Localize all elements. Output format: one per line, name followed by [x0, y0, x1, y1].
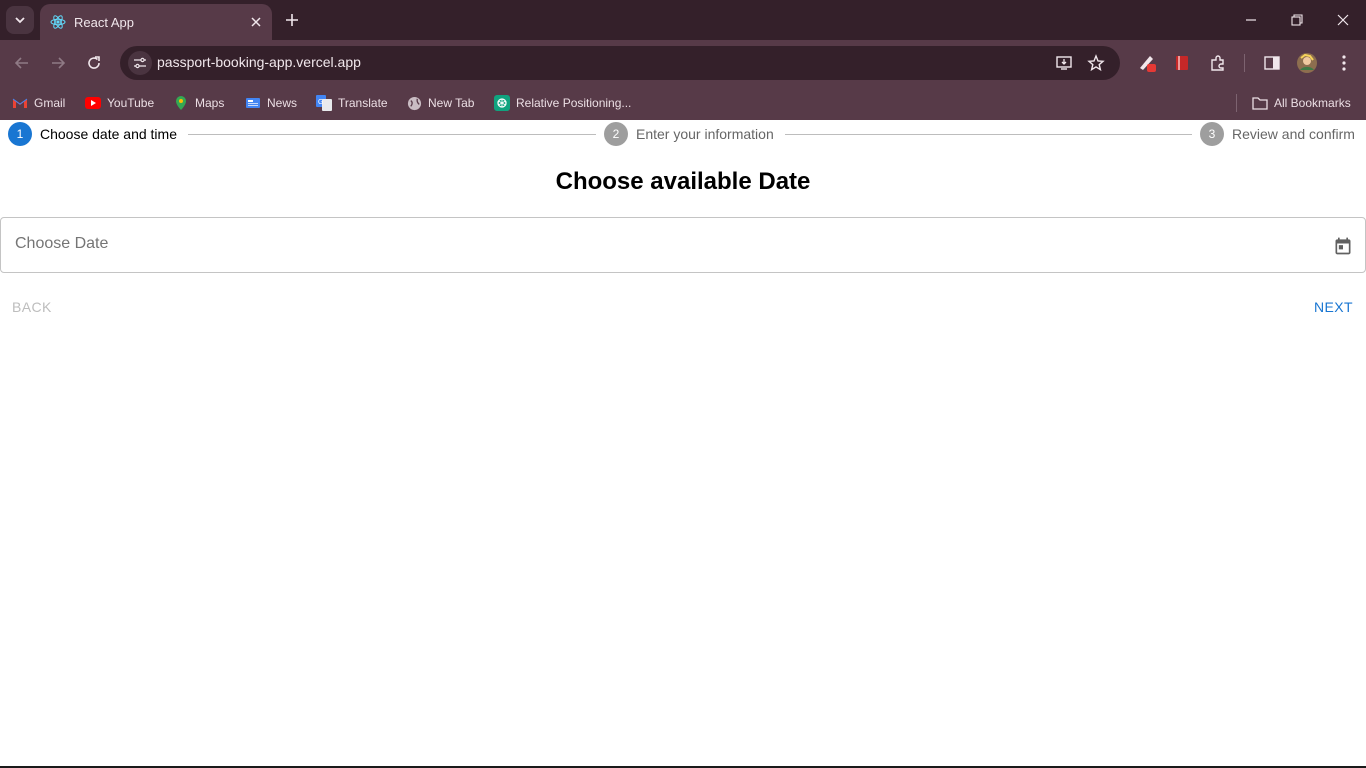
close-icon — [1337, 14, 1349, 26]
plus-icon — [286, 14, 298, 26]
book-extension-icon[interactable] — [1171, 52, 1193, 74]
svg-text:G: G — [318, 99, 323, 106]
reload-button[interactable] — [82, 51, 106, 75]
close-tab-icon[interactable] — [246, 12, 266, 32]
minimize-icon — [1246, 19, 1256, 21]
minimize-button[interactable] — [1241, 10, 1261, 30]
calendar-icon[interactable] — [1331, 234, 1355, 258]
step-label: Choose date and time — [40, 126, 177, 142]
chatgpt-icon — [494, 95, 510, 111]
bookmarks-divider — [1236, 94, 1237, 112]
bookmark-label: Gmail — [34, 96, 66, 110]
step-label: Review and confirm — [1232, 126, 1355, 142]
back-button[interactable]: Back — [12, 299, 52, 315]
tab-title: React App — [74, 14, 134, 30]
step-label: Enter your information — [636, 126, 774, 142]
bookmark-news[interactable]: News — [245, 92, 297, 114]
maps-icon — [173, 95, 189, 111]
bookmark-label: News — [267, 96, 298, 110]
page-title: Choose available Date — [555, 168, 811, 195]
bookmark-label: Maps — [195, 96, 225, 110]
address-bar[interactable]: passport-booking-app.vercel.app — [120, 46, 1120, 80]
step-number-badge: 1 — [8, 122, 32, 146]
folder-icon — [1252, 95, 1268, 111]
bookmark-star-icon[interactable] — [1086, 53, 1106, 73]
reload-icon — [88, 56, 100, 69]
forward-nav-button[interactable] — [46, 51, 70, 75]
translate-icon: G — [316, 95, 332, 111]
bookmark-translate[interactable]: G Translate — [316, 92, 388, 114]
close-window-button[interactable] — [1333, 10, 1353, 30]
react-icon — [50, 14, 66, 30]
bookmark-label: YouTube — [107, 96, 155, 110]
bookmarks-bar: Gmail YouTube Maps News G Translate New … — [0, 86, 1366, 120]
browser-tab[interactable]: React App — [40, 4, 272, 40]
date-picker-field[interactable]: Choose Date — [0, 217, 1366, 273]
toolbar-divider — [1244, 54, 1245, 72]
step-number-badge: 2 — [604, 122, 628, 146]
all-bookmarks-label: All Bookmarks — [1274, 96, 1351, 110]
restore-icon — [1291, 14, 1303, 26]
bookmark-label: Translate — [338, 96, 388, 110]
browser-tab-bar: React App — [0, 0, 1366, 40]
back-nav-button[interactable] — [10, 51, 34, 75]
bookmark-relative-positioning[interactable]: Relative Positioning... — [494, 92, 631, 114]
youtube-icon — [85, 95, 101, 111]
step-enter-information: 2 Enter your information — [604, 122, 774, 146]
menu-kebab-icon[interactable] — [1333, 52, 1355, 74]
next-button[interactable]: Next — [1314, 299, 1353, 315]
bookmark-youtube[interactable]: YouTube — [85, 92, 154, 114]
restore-button[interactable] — [1287, 10, 1307, 30]
browser-toolbar: passport-booking-app.vercel.app — [0, 40, 1366, 86]
gmail-icon — [12, 95, 28, 111]
extensions-puzzle-icon[interactable] — [1207, 52, 1229, 74]
step-choose-date: 1 Choose date and time — [8, 122, 177, 146]
bookmark-new-tab[interactable]: New Tab — [406, 92, 474, 114]
address-url[interactable]: passport-booking-app.vercel.app — [157, 54, 361, 70]
pen-extension-icon[interactable] — [1136, 52, 1158, 74]
step-review-confirm: 3 Review and confirm — [1200, 122, 1355, 146]
install-app-icon[interactable] — [1054, 53, 1074, 73]
chevron-down-icon — [15, 17, 25, 24]
globe-icon — [406, 95, 422, 111]
bookmark-gmail[interactable]: Gmail — [12, 92, 65, 114]
bookmark-maps[interactable]: Maps — [173, 92, 224, 114]
step-connector — [188, 134, 596, 135]
site-info-icon[interactable] — [128, 51, 152, 75]
news-icon — [245, 95, 261, 111]
step-connector — [785, 134, 1192, 135]
arrow-right-icon — [52, 57, 66, 69]
side-panel-icon[interactable] — [1261, 52, 1283, 74]
bookmark-label: Relative Positioning... — [516, 96, 632, 110]
new-tab-button[interactable] — [282, 10, 302, 30]
profile-avatar[interactable] — [1296, 52, 1318, 74]
page-content: 1 Choose date and time 2 Enter your info… — [0, 120, 1366, 766]
booking-stepper: 1 Choose date and time 2 Enter your info… — [0, 122, 1366, 146]
date-placeholder: Choose Date — [15, 235, 109, 252]
step-number-badge: 3 — [1200, 122, 1224, 146]
bookmark-label: New Tab — [428, 96, 475, 110]
all-bookmarks-button[interactable]: All Bookmarks — [1252, 92, 1351, 114]
arrow-left-icon — [14, 57, 28, 69]
tab-search-button[interactable] — [6, 6, 34, 34]
